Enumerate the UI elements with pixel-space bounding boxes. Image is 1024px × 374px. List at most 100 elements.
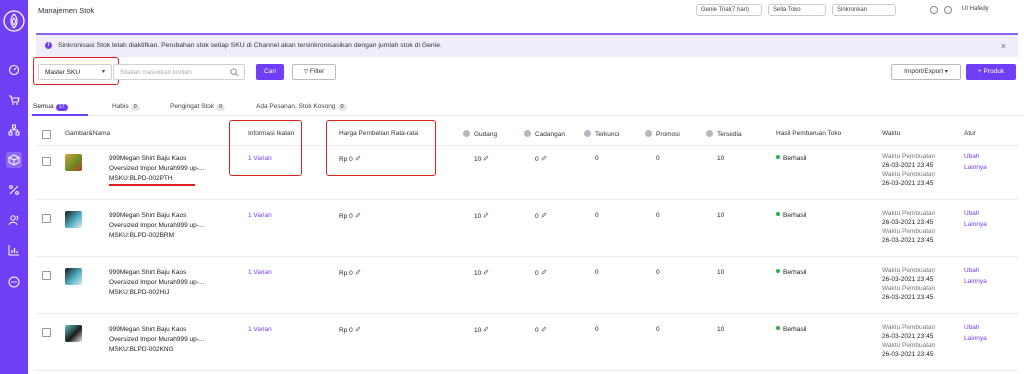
edit-pencil-icon[interactable]: [483, 269, 489, 275]
avg-price-cell: Rp 0: [339, 155, 361, 163]
edit-pencil-icon[interactable]: [355, 326, 361, 332]
genie-logo-icon[interactable]: [3, 10, 25, 32]
bundle-variant-link[interactable]: 1 Varian: [248, 326, 272, 333]
product-name-line2[interactable]: Oversized Impor Murah999 up-...: [109, 279, 204, 286]
sync-notice-banner: i Sinkronisasi Stok telah diaktifkan. Pe…: [36, 33, 1018, 57]
product-name-line1[interactable]: 999Megan Shirt Baju Kaos: [109, 155, 186, 162]
info-icon[interactable]: [584, 130, 591, 137]
highlight-box-bundle: [229, 120, 302, 176]
help-icon[interactable]: [930, 6, 938, 14]
sync-button[interactable]: Sinkronkan: [832, 4, 896, 16]
product-name-line1[interactable]: 999Megan Shirt Baju Kaos: [109, 212, 186, 219]
notification-icon[interactable]: [944, 6, 952, 14]
product-thumbnail[interactable]: [65, 268, 82, 285]
more-link[interactable]: Lainnya: [964, 221, 987, 228]
users-icon[interactable]: [6, 212, 22, 228]
info-icon[interactable]: [645, 130, 652, 137]
col-available-label: Tersedia: [717, 131, 742, 138]
more-link[interactable]: Lainnya: [964, 164, 987, 171]
success-dot-icon: [776, 212, 780, 216]
col-reserve: Cadangan: [524, 130, 565, 138]
store-update-status: Berhasil: [776, 269, 806, 276]
tab-pengingat-stok[interactable]: Pengingat Stok 0: [170, 103, 226, 111]
bundle-variant-link[interactable]: 1 Varian: [248, 155, 272, 162]
search-button[interactable]: Cari: [256, 64, 284, 80]
bundle-variant-link[interactable]: 1 Varian: [248, 212, 272, 219]
edit-link[interactable]: Ubah: [964, 324, 980, 331]
info-icon[interactable]: [706, 130, 713, 137]
edit-pencil-icon[interactable]: [541, 269, 547, 275]
more-link[interactable]: Lainnya: [964, 335, 987, 342]
network-icon[interactable]: [6, 122, 22, 138]
search-input[interactable]: [114, 65, 224, 79]
created-time-value: 26-03-2021 23:45: [882, 219, 934, 226]
chat-icon[interactable]: [6, 274, 22, 290]
edit-link[interactable]: Ubah: [964, 267, 980, 274]
close-icon[interactable]: ×: [1001, 41, 1006, 51]
row-checkbox[interactable]: [42, 157, 51, 166]
notice-text: Sinkronisasi Stok telah diaktifkan. Peru…: [58, 42, 442, 49]
created-time-label: Waktu Pembuatan: [882, 267, 936, 274]
sale-store-button[interactable]: Sella Toko: [768, 4, 826, 16]
product-name-line2[interactable]: Oversized Impor Murah999 up-...: [109, 336, 204, 343]
tab-label: Habis: [112, 103, 129, 110]
search-field[interactable]: [113, 64, 245, 80]
product-thumbnail[interactable]: [65, 211, 82, 228]
row-checkbox[interactable]: [42, 214, 51, 223]
highlight-box-avg-price: [326, 120, 436, 176]
col-promo-label: Promosi: [656, 131, 680, 138]
select-all-checkbox[interactable]: [42, 130, 51, 139]
warehouse-value: 10: [474, 270, 482, 277]
edit-link[interactable]: Ubah: [964, 153, 980, 160]
edit-pencil-icon[interactable]: [483, 155, 489, 161]
locked-value: 0: [595, 155, 599, 162]
created-time-value: 26-03-2021 23:45: [882, 162, 934, 169]
row-checkbox[interactable]: [42, 271, 51, 280]
cart-icon[interactable]: [6, 92, 22, 108]
warehouse-cell: 10: [474, 212, 489, 220]
info-icon[interactable]: [463, 130, 470, 137]
created-time-label: Waktu Pembuatan: [882, 210, 936, 217]
product-thumbnail[interactable]: [65, 325, 82, 342]
sidebar: [0, 0, 28, 374]
box-icon[interactable]: [6, 152, 22, 168]
edit-pencil-icon[interactable]: [355, 155, 361, 161]
edit-pencil-icon[interactable]: [541, 326, 547, 332]
row-checkbox[interactable]: [42, 328, 51, 337]
edit-pencil-icon[interactable]: [355, 212, 361, 218]
tab-label: Pengingat Stok: [170, 103, 215, 110]
edit-pencil-icon[interactable]: [483, 212, 489, 218]
product-name-line2[interactable]: Oversized Impor Murah999 up-...: [109, 222, 204, 229]
percent-icon[interactable]: [6, 182, 22, 198]
col-warehouse: Gudang: [463, 130, 497, 138]
info-icon[interactable]: [524, 130, 531, 137]
chart-icon[interactable]: [6, 242, 22, 258]
tab-count-badge: 0: [337, 104, 347, 111]
product-name-line1[interactable]: 999Megan Shirt Baju Kaos: [109, 269, 186, 276]
product-thumbnail[interactable]: [65, 154, 82, 171]
trial-plan-button[interactable]: Genie Trial(7 hari): [696, 4, 762, 16]
edit-pencil-icon[interactable]: [483, 326, 489, 332]
col-store-update: Hasil Pembaruan Toko: [776, 130, 842, 137]
user-menu[interactable]: UI Hafedy: [958, 4, 1016, 16]
filter-button[interactable]: ▽ Filter: [292, 64, 336, 80]
import-export-button[interactable]: Import/Export ▾: [891, 64, 961, 80]
dashboard-icon[interactable]: [6, 62, 22, 78]
product-name-line1[interactable]: 999Megan Shirt Baju Kaos: [109, 326, 186, 333]
tab-habis[interactable]: Habis 0: [112, 103, 140, 111]
tab-semua[interactable]: Semua 17: [33, 103, 68, 111]
col-warehouse-label: Gudang: [474, 131, 498, 138]
edit-link[interactable]: Ubah: [964, 210, 980, 217]
success-dot-icon: [776, 326, 780, 330]
add-product-button[interactable]: + Produk: [966, 64, 1016, 80]
search-icon[interactable]: [230, 68, 239, 77]
bundle-variant-link[interactable]: 1 Varian: [248, 269, 272, 276]
more-link[interactable]: Lainnya: [964, 278, 987, 285]
success-dot-icon: [776, 269, 780, 273]
edit-pencil-icon[interactable]: [541, 212, 547, 218]
tab-ada-pesanan[interactable]: Ada Pesanan, Stok Kosong 0: [256, 103, 347, 111]
product-name-line2[interactable]: Oversized Impor Murah999 up-...: [109, 165, 204, 172]
edit-pencil-icon[interactable]: [541, 155, 547, 161]
edit-pencil-icon[interactable]: [355, 269, 361, 275]
store-update-status: Berhasil: [776, 326, 806, 333]
